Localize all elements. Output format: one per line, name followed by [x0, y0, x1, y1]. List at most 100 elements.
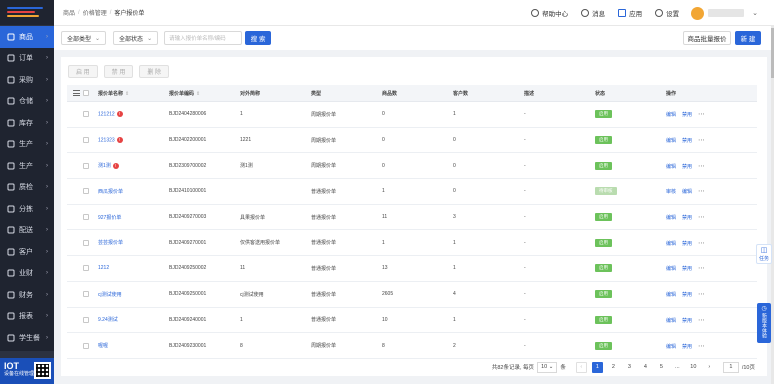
- row-action-link[interactable]: 禁用: [682, 138, 692, 144]
- more-icon[interactable]: ⋯: [698, 291, 705, 298]
- more-icon[interactable]: ⋯: [698, 111, 705, 118]
- quote-name-link[interactable]: 927报价单: [98, 215, 121, 221]
- sidebar-item[interactable]: 订单 ›: [0, 48, 54, 70]
- sidebar-item[interactable]: 商品 ›: [0, 26, 54, 48]
- row-action-link[interactable]: 编辑: [666, 318, 676, 324]
- quote-name-link[interactable]: 喔喔: [98, 343, 108, 349]
- sidebar-item[interactable]: 业财 ›: [0, 263, 54, 285]
- quote-name-link[interactable]: cj测试使用: [98, 292, 122, 298]
- row-checkbox[interactable]: [83, 265, 89, 272]
- settings-link[interactable]: 设置: [655, 8, 679, 18]
- row-checkbox[interactable]: [83, 291, 89, 298]
- row-action-link[interactable]: 编辑: [666, 112, 676, 118]
- quote-name-link[interactable]: 芸芸报价单: [98, 240, 123, 246]
- help-center-link[interactable]: 帮助中心: [531, 8, 568, 18]
- sidebar-item[interactable]: 客户 ›: [0, 241, 54, 263]
- row-action-link[interactable]: 编辑: [666, 241, 676, 247]
- sidebar-item[interactable]: 分拣 ›: [0, 198, 54, 220]
- username-redacted[interactable]: [708, 9, 745, 17]
- quote-name-link[interactable]: 121323: [98, 137, 115, 143]
- page-jump-input[interactable]: 1: [722, 361, 739, 373]
- search-input[interactable]: 请输入报价单名称/编码: [164, 31, 243, 45]
- page-number-button[interactable]: 2: [608, 362, 619, 373]
- sidebar-item[interactable]: 生产 ›: [0, 134, 54, 156]
- row-action-link[interactable]: 禁用: [682, 241, 692, 247]
- page-number-button[interactable]: 10: [688, 362, 699, 373]
- quote-name-link[interactable]: 9.24测试: [98, 317, 118, 323]
- page-number-button[interactable]: ...: [672, 362, 683, 373]
- sidebar-item[interactable]: 财务 ›: [0, 284, 54, 306]
- messages-link[interactable]: 消息: [581, 8, 605, 18]
- iot-banner[interactable]: IOT 设备在线管理: [0, 358, 54, 384]
- delete-button[interactable]: 删 除: [139, 64, 170, 78]
- enable-button[interactable]: 启 用: [68, 64, 98, 78]
- task-float-button[interactable]: ◫ 任务: [756, 244, 772, 264]
- row-action-link[interactable]: 禁用: [682, 292, 692, 298]
- chevron-down-icon[interactable]: ⌄: [752, 9, 758, 17]
- sidebar-item[interactable]: 库存 ›: [0, 112, 54, 134]
- sidebar-item[interactable]: 质检 ›: [0, 177, 54, 199]
- more-icon[interactable]: ⋯: [698, 240, 705, 247]
- row-action-link[interactable]: 禁用: [682, 215, 692, 221]
- more-icon[interactable]: ⋯: [698, 343, 705, 350]
- sidebar-item[interactable]: 报表 ›: [0, 306, 54, 328]
- sidebar-item[interactable]: 配送 ›: [0, 220, 54, 242]
- row-action-link[interactable]: 编辑: [682, 189, 692, 195]
- quote-name-link[interactable]: 测1测: [98, 163, 111, 169]
- column-settings-icon[interactable]: [73, 90, 80, 96]
- sidebar-item[interactable]: 生产 ›: [0, 155, 54, 177]
- row-action-link[interactable]: 禁用: [682, 266, 692, 272]
- row-action-link[interactable]: 编辑: [666, 266, 676, 272]
- col-code[interactable]: 报价单编码 ⇕: [169, 90, 240, 97]
- batch-quote-button[interactable]: 商品批量报价: [683, 31, 731, 45]
- search-button[interactable]: 搜 索: [245, 31, 272, 45]
- more-icon[interactable]: ⋯: [698, 188, 705, 195]
- row-checkbox[interactable]: [83, 239, 89, 246]
- quote-name-link[interactable]: 西瓜报价单: [98, 189, 123, 195]
- breadcrumb-item[interactable]: 商品: [63, 8, 75, 17]
- disable-button[interactable]: 禁 用: [103, 64, 134, 78]
- row-checkbox[interactable]: [83, 162, 89, 169]
- row-action-link[interactable]: 禁用: [682, 344, 692, 350]
- page-size-select[interactable]: 10 ⌄: [537, 361, 558, 373]
- avatar[interactable]: [691, 6, 705, 20]
- next-page-button[interactable]: ›: [704, 362, 715, 373]
- row-action-link[interactable]: 编辑: [666, 138, 676, 144]
- apps-link[interactable]: 应用: [618, 8, 642, 18]
- more-icon[interactable]: ⋯: [698, 317, 705, 324]
- page-number-button[interactable]: 3: [624, 362, 635, 373]
- quote-name-link[interactable]: 121212: [98, 112, 115, 118]
- row-checkbox[interactable]: [83, 137, 89, 144]
- row-action-link[interactable]: 编辑: [666, 164, 676, 170]
- row-checkbox[interactable]: [83, 342, 89, 349]
- row-checkbox[interactable]: [83, 214, 89, 221]
- quote-name-link[interactable]: 1212: [98, 265, 109, 271]
- new-version-float-button[interactable]: ◷ 新版本体验: [757, 303, 771, 343]
- sidebar-scrollbar[interactable]: [0, 351, 54, 358]
- row-action-link[interactable]: 编辑: [666, 344, 676, 350]
- more-icon[interactable]: ⋯: [698, 265, 705, 272]
- sidebar-item[interactable]: 仓储 ›: [0, 91, 54, 113]
- row-checkbox[interactable]: [83, 111, 89, 118]
- status-select[interactable]: 全部状态 ⌄: [113, 31, 159, 45]
- row-action-link[interactable]: 编辑: [666, 215, 676, 221]
- prev-page-button[interactable]: ‹: [575, 361, 587, 373]
- sidebar-item[interactable]: 采购 ›: [0, 69, 54, 91]
- col-name[interactable]: 报价单名称 ⇕: [98, 90, 169, 97]
- row-action-link[interactable]: 编辑: [666, 292, 676, 298]
- new-button[interactable]: 新 建: [735, 31, 761, 45]
- more-icon[interactable]: ⋯: [698, 163, 705, 170]
- page-number-button[interactable]: 5: [656, 362, 667, 373]
- sidebar-item[interactable]: 学生餐 ›: [0, 327, 54, 349]
- row-action-link[interactable]: 禁用: [682, 318, 692, 324]
- more-icon[interactable]: ⋯: [698, 137, 705, 144]
- page-number-button[interactable]: 4: [640, 362, 651, 373]
- row-action-link[interactable]: 审核: [666, 189, 676, 195]
- row-action-link[interactable]: 禁用: [682, 112, 692, 118]
- row-checkbox[interactable]: [83, 188, 89, 195]
- more-icon[interactable]: ⋯: [698, 214, 705, 221]
- row-checkbox[interactable]: [83, 316, 89, 323]
- type-select[interactable]: 全部类型 ⌄: [61, 31, 107, 45]
- row-action-link[interactable]: 禁用: [682, 164, 692, 170]
- select-all-checkbox[interactable]: [83, 90, 89, 96]
